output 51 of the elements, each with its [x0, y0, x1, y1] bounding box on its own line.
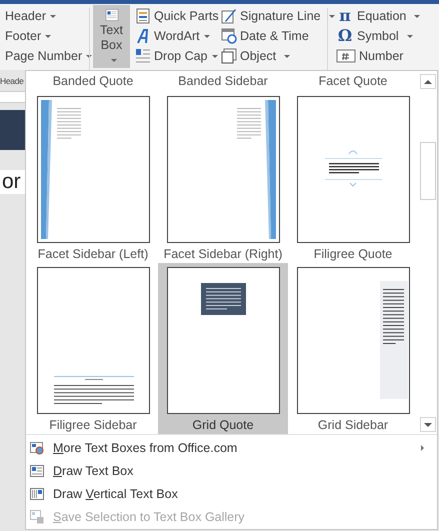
caret-icon	[406, 34, 413, 38]
ribbon-menu-button[interactable]: Object	[220, 46, 292, 66]
menu-item[interactable]: Draw Text Box	[26, 459, 435, 482]
ribbon-menu-button[interactable]: Header	[4, 6, 57, 26]
gallery-item[interactable]: Grid Sidebar	[288, 263, 418, 434]
caret-icon	[110, 59, 116, 62]
caret-icon	[414, 14, 420, 18]
menu-item-icon	[30, 486, 44, 500]
ribbon-icon	[135, 28, 151, 44]
gallery-item[interactable]: Filigree Sidebar	[28, 263, 158, 434]
menu-item[interactable]: Draw Vertical Text Box	[26, 482, 435, 505]
caret-icon	[45, 34, 52, 38]
ribbon-icon	[135, 48, 151, 64]
scroll-down-button[interactable]	[420, 417, 436, 432]
ribbon-menu-button[interactable]: Date & Time	[220, 26, 310, 46]
ribbon-menu-button[interactable]: π Equation	[335, 6, 422, 26]
gallery-item[interactable]: Grid Quote	[158, 263, 288, 434]
ribbon-menu-button[interactable]: Ω Symbol	[335, 26, 414, 46]
menu-item[interactable]: More Text Boxes from Office.com	[26, 436, 435, 459]
ribbon-icon	[221, 48, 237, 64]
ribbon-icon	[221, 28, 237, 44]
gallery-item[interactable]: Facet Sidebar (Right)	[158, 92, 288, 263]
gallery-item[interactable]: Filigree Quote	[288, 92, 418, 263]
number-icon	[336, 48, 356, 64]
symbol-glyph: π	[338, 7, 352, 25]
ribbon-icon	[135, 8, 151, 24]
ribbon-menu-button[interactable]: Number	[335, 46, 404, 66]
caret-icon	[284, 54, 290, 58]
document-heading: or	[0, 170, 25, 194]
submenu-arrow-icon	[421, 444, 424, 450]
document-banner	[0, 110, 25, 150]
menu-item-icon	[30, 510, 44, 524]
ribbon-icon	[221, 8, 237, 24]
gallery-item-label[interactable]: Banded Quote	[28, 71, 158, 92]
caret-icon	[204, 34, 210, 38]
menu-item-icon	[30, 440, 44, 454]
gallery-item-label[interactable]: Banded Sidebar	[158, 71, 288, 92]
gallery-item[interactable]: Facet Sidebar (Left)	[28, 92, 158, 263]
group-label: Heade	[0, 76, 25, 88]
text-box-button[interactable]: Text Box	[93, 5, 130, 68]
symbol-glyph: Ω	[336, 27, 354, 45]
caret-icon	[212, 54, 218, 58]
ribbon-menu-button[interactable]: Footer	[4, 26, 52, 46]
menu-item-icon	[30, 464, 44, 478]
gallery-item-label[interactable]: Facet Quote	[288, 71, 418, 92]
caret-icon	[50, 14, 56, 18]
ribbon-menu-button[interactable]: WordArt	[134, 26, 211, 46]
ribbon-menu-button[interactable]: Signature Line	[220, 6, 336, 26]
scroll-up-button[interactable]	[420, 74, 436, 89]
ribbon-menu-button[interactable]: Drop Cap	[134, 46, 218, 66]
scrollbar-thumb[interactable]	[420, 142, 436, 200]
